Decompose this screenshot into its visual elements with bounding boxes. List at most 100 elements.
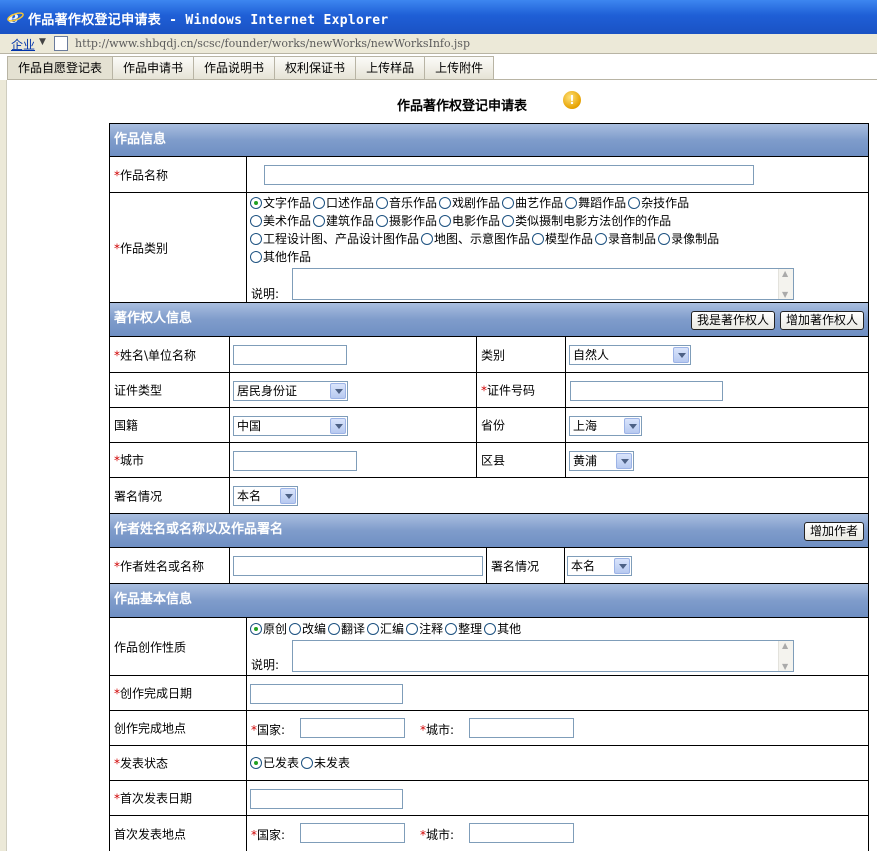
scrollbar[interactable] <box>778 641 793 671</box>
finish-country-input[interactable] <box>300 718 405 738</box>
radio-icon[interactable] <box>250 215 262 227</box>
scrollbar[interactable] <box>778 269 793 299</box>
radio-option[interactable]: 模型作品 <box>532 230 593 248</box>
first-pub-country-input[interactable] <box>300 823 405 843</box>
first-pub-city-input[interactable] <box>469 823 574 843</box>
radio-option[interactable]: 录音制品 <box>595 230 656 248</box>
tab-upload-sample[interactable]: 上传样品 <box>356 56 426 80</box>
tab-description[interactable]: 作品说明书 <box>194 56 276 80</box>
radio-icon[interactable] <box>484 623 497 635</box>
tab-application[interactable]: 作品申请书 <box>113 56 195 80</box>
radio-option[interactable]: 口述作品 <box>313 194 374 212</box>
radio-option[interactable]: 地图、示意图作品 <box>421 230 530 248</box>
radio-option[interactable]: 翻译 <box>328 620 365 638</box>
tab-rights-guarantee[interactable]: 权利保证书 <box>275 56 357 80</box>
radio-icon[interactable] <box>301 757 314 769</box>
district-select[interactable]: 黄浦 <box>569 451 634 471</box>
radio-option[interactable]: 汇编 <box>367 620 404 638</box>
radio-selected-icon[interactable] <box>250 757 262 769</box>
radio-icon[interactable] <box>565 197 578 209</box>
finish-city-input[interactable] <box>469 718 574 738</box>
radio-icon[interactable] <box>376 197 389 209</box>
radio-icon[interactable] <box>628 197 641 209</box>
radio-option[interactable]: 电影作品 <box>439 212 500 230</box>
radio-option[interactable]: 类似摄制电影方法创作的作品 <box>502 212 671 230</box>
radio-icon[interactable] <box>250 251 262 263</box>
radio-option[interactable]: 舞蹈作品 <box>565 194 626 212</box>
owner-name-input[interactable] <box>233 345 347 365</box>
radio-selected-icon[interactable] <box>250 623 262 635</box>
chevron-down-icon <box>614 558 630 574</box>
section-title: 作品信息 <box>114 132 167 147</box>
add-owner-button[interactable]: 增加著作权人 <box>779 311 864 330</box>
field-label: 区县 <box>481 453 506 468</box>
radio-icon[interactable] <box>532 233 545 245</box>
field-label: 类别 <box>481 348 506 362</box>
label-cell: *证件号码 <box>476 373 566 407</box>
note-label: 说明: <box>251 287 280 301</box>
label-cell: 创作完成地点 <box>110 711 247 745</box>
chevron-down-icon[interactable]: ▼ <box>39 37 46 47</box>
zone-link[interactable]: 企业 <box>11 36 35 53</box>
add-author-button[interactable]: 增加作者 <box>803 522 864 541</box>
nature-note-textarea[interactable] <box>292 640 794 672</box>
radio-option[interactable]: 工程设计图、产品设计图作品 <box>250 230 419 248</box>
radio-option[interactable]: 已发表 <box>250 754 299 772</box>
radio-icon[interactable] <box>658 233 671 245</box>
radio-option[interactable]: 建筑作品 <box>313 212 374 230</box>
radio-icon[interactable] <box>595 233 608 245</box>
radio-option[interactable]: 整理 <box>445 620 482 638</box>
radio-option[interactable]: 改编 <box>289 620 326 638</box>
radio-option[interactable]: 其他 <box>484 620 521 638</box>
finish-date-input[interactable] <box>250 684 403 704</box>
i-am-owner-button[interactable]: 我是著作权人 <box>690 311 775 330</box>
radio-option[interactable]: 杂技作品 <box>628 194 689 212</box>
first-pub-date-input[interactable] <box>250 789 403 809</box>
radio-option[interactable]: 音乐作品 <box>376 194 437 212</box>
radio-selected-icon[interactable] <box>250 197 262 209</box>
radio-icon[interactable] <box>313 215 326 227</box>
tab-upload-attachment[interactable]: 上传附件 <box>425 56 495 80</box>
radio-option[interactable]: 曲艺作品 <box>502 194 563 212</box>
radio-icon[interactable] <box>421 233 434 245</box>
radio-icon[interactable] <box>502 197 515 209</box>
warning-icon[interactable]: ! <box>563 91 581 109</box>
radio-icon[interactable] <box>367 623 380 635</box>
address-url[interactable]: http://www.shbqdj.cn/scsc/founder/works/… <box>75 37 470 50</box>
radio-icon[interactable] <box>502 215 515 227</box>
radio-icon[interactable] <box>328 623 341 635</box>
radio-option[interactable]: 未发表 <box>301 754 350 772</box>
radio-option[interactable]: 原创 <box>250 620 287 638</box>
id-type-select[interactable]: 居民身份证 <box>233 381 348 401</box>
author-sign-select[interactable]: 本名 <box>567 556 632 576</box>
radio-icon[interactable] <box>289 623 302 635</box>
radio-icon[interactable] <box>250 233 262 245</box>
row-work-type: *作品类别 文字作品 口述作品 音乐作品 戏剧作品 曲艺作品 舞蹈作品 杂技作品 美术作品 建筑… <box>110 193 868 303</box>
province-select[interactable]: 上海 <box>569 416 642 436</box>
radio-icon[interactable] <box>313 197 326 209</box>
radio-icon[interactable] <box>439 215 452 227</box>
city-input[interactable] <box>233 451 357 471</box>
row-work-name: *作品名称 <box>110 157 868 193</box>
author-name-input[interactable] <box>233 556 483 576</box>
radio-label: 杂技作品 <box>641 196 690 210</box>
radio-option[interactable]: 录像制品 <box>658 230 719 248</box>
radio-option[interactable]: 戏剧作品 <box>439 194 500 212</box>
radio-icon[interactable] <box>376 215 389 227</box>
radio-icon[interactable] <box>406 623 419 635</box>
field-label: 省份 <box>481 418 506 433</box>
id-number-input[interactable] <box>570 381 723 401</box>
radio-option[interactable]: 美术作品 <box>250 212 311 230</box>
owner-sign-select[interactable]: 本名 <box>233 486 298 506</box>
tab-self-registration[interactable]: 作品自愿登记表 <box>7 56 114 80</box>
owner-category-select[interactable]: 自然人 <box>569 345 691 365</box>
radio-option[interactable]: 摄影作品 <box>376 212 437 230</box>
radio-option[interactable]: 其他作品 <box>250 248 311 266</box>
nation-select[interactable]: 中国 <box>233 416 348 436</box>
radio-option[interactable]: 文字作品 <box>250 194 311 212</box>
radio-icon[interactable] <box>445 623 458 635</box>
radio-icon[interactable] <box>439 197 452 209</box>
radio-option[interactable]: 注释 <box>406 620 443 638</box>
work-name-input[interactable] <box>264 165 754 185</box>
work-type-note-textarea[interactable] <box>292 268 794 300</box>
